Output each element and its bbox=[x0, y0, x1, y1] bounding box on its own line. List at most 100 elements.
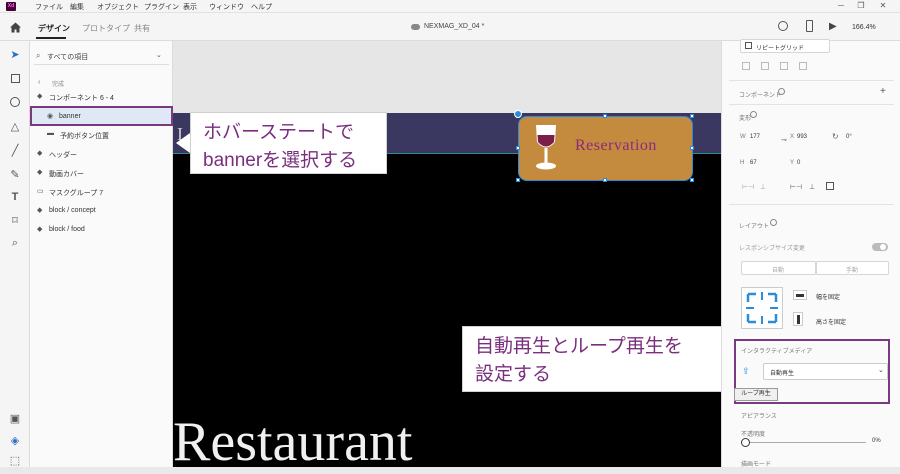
align-icon[interactable] bbox=[780, 62, 788, 70]
back-icon[interactable]: ‹ bbox=[38, 79, 40, 86]
tab-prototype[interactable]: プロトタイプ bbox=[82, 23, 130, 34]
folder-icon: ▬ bbox=[47, 130, 54, 137]
menu-file[interactable]: ファイル bbox=[35, 2, 63, 12]
layer-item[interactable]: ◆ block / food bbox=[30, 221, 173, 239]
selection-handle[interactable] bbox=[603, 114, 607, 118]
search-icon: ⌕ bbox=[36, 51, 41, 60]
selection-handle[interactable] bbox=[516, 178, 520, 182]
toggle-knob bbox=[880, 244, 886, 250]
height-label: H bbox=[740, 160, 745, 166]
layer-item[interactable]: ▬ 予約ボタン位置 bbox=[30, 126, 173, 144]
info-icon[interactable] bbox=[750, 111, 757, 118]
pen-tool-icon[interactable]: ✎ bbox=[7, 166, 23, 182]
menu-help[interactable]: ヘルプ bbox=[251, 2, 272, 12]
y-value[interactable]: 0 bbox=[797, 160, 800, 166]
text-tool-icon[interactable]: T bbox=[7, 189, 23, 205]
hover-state-icon: ◉ bbox=[47, 113, 54, 120]
layer-item[interactable]: ◆ コンポーネント 6 - 4 bbox=[30, 88, 173, 106]
search-scope[interactable]: すべての項目 bbox=[47, 52, 88, 62]
polygon-tool-icon[interactable]: △ bbox=[7, 118, 23, 134]
component-icon: ◆ bbox=[37, 207, 43, 214]
menu-edit[interactable]: 編集 bbox=[70, 2, 84, 12]
close-icon[interactable]: ✕ bbox=[876, 1, 890, 10]
ellipse-tool-icon[interactable] bbox=[7, 94, 23, 110]
component-icon: ◆ bbox=[37, 169, 43, 176]
chevron-down-icon[interactable]: ⌄ bbox=[878, 366, 884, 374]
rectangle-tool-icon[interactable] bbox=[7, 70, 23, 86]
align-icon[interactable] bbox=[742, 62, 750, 70]
autoplay-value: 自動再生 bbox=[770, 371, 795, 377]
autoplay-icon: ⇪ bbox=[742, 366, 750, 376]
layers-icon[interactable]: ◈ bbox=[7, 432, 23, 448]
tab-design[interactable]: デザイン bbox=[38, 23, 70, 34]
assets-icon[interactable]: ▣ bbox=[7, 410, 23, 426]
distribute-icon[interactable]: ⊢⊣ bbox=[790, 183, 802, 191]
layer-item[interactable]: ◆ block / concept bbox=[30, 202, 173, 220]
fix-height-icon[interactable] bbox=[793, 312, 803, 326]
link-icon[interactable]: ⊸ bbox=[781, 136, 787, 144]
mobile-preview-icon[interactable] bbox=[806, 20, 813, 32]
zoom-tool-icon[interactable]: ⌕ bbox=[7, 235, 23, 251]
layer-item[interactable]: ◆ 動画カバー bbox=[30, 164, 173, 182]
layer-item[interactable]: ◆ ヘッダー bbox=[30, 145, 173, 163]
group-icon: ▭ bbox=[37, 188, 44, 195]
chevron-down-icon[interactable]: ⌄ bbox=[156, 51, 162, 59]
rotate-icon[interactable]: ↻ bbox=[832, 132, 839, 141]
zoom-level[interactable]: 166.4% bbox=[852, 24, 876, 31]
align-icon[interactable] bbox=[761, 62, 769, 70]
align-icon[interactable] bbox=[799, 62, 807, 70]
grid-icon[interactable] bbox=[826, 182, 834, 190]
interactive-media-label: インタラクティブメディア bbox=[741, 349, 813, 355]
divider bbox=[729, 80, 894, 81]
callout-interactive-media: 自動再生とループ再生を 設定する bbox=[462, 326, 722, 392]
selection-handle[interactable] bbox=[603, 178, 607, 182]
selection-handle[interactable] bbox=[516, 146, 520, 150]
info-icon[interactable] bbox=[770, 219, 777, 226]
responsive-resize-label: レスポンシブサイズ変更 bbox=[739, 246, 805, 252]
play-icon[interactable]: ▶ bbox=[829, 21, 837, 32]
add-icon[interactable]: + bbox=[880, 86, 886, 97]
rotation-value[interactable]: 0° bbox=[846, 134, 852, 140]
document-title[interactable]: NEXMAG_XD_04 * bbox=[424, 23, 484, 30]
menu-object[interactable]: オブジェクト bbox=[97, 2, 139, 12]
home-icon[interactable] bbox=[9, 21, 22, 34]
selection-handle[interactable] bbox=[690, 178, 694, 182]
flip-horizontal-icon[interactable]: ⊢⊣ bbox=[742, 183, 754, 191]
distribute-icon[interactable]: ⊥ bbox=[809, 183, 815, 191]
opacity-value[interactable]: 0% bbox=[872, 438, 881, 444]
width-value[interactable]: 177 bbox=[750, 134, 760, 140]
artboard-tool-icon[interactable]: ⌑ bbox=[7, 212, 23, 228]
flip-vertical-icon[interactable]: ⊥ bbox=[760, 183, 766, 191]
tab-share[interactable]: 共有 bbox=[134, 23, 150, 34]
divider bbox=[729, 104, 894, 105]
hover-state-badge[interactable] bbox=[514, 110, 522, 118]
constraint-widget[interactable] bbox=[741, 287, 783, 329]
x-value[interactable]: 993 bbox=[797, 134, 807, 140]
selection-handle[interactable] bbox=[690, 146, 694, 150]
fix-width-icon[interactable] bbox=[793, 290, 807, 300]
info-icon[interactable] bbox=[778, 88, 785, 95]
manual-label: 手動 bbox=[846, 268, 859, 274]
component-icon: ◆ bbox=[37, 93, 43, 100]
minimize-icon[interactable]: ─ bbox=[834, 1, 848, 10]
menu-plugin[interactable]: プラグイン bbox=[144, 2, 179, 12]
loop-tooltip: ループ再生 bbox=[734, 388, 778, 401]
opacity-slider-handle[interactable] bbox=[741, 438, 750, 447]
layer-item[interactable]: ▭ マスクグループ 7 bbox=[30, 183, 173, 201]
restore-icon[interactable]: ❐ bbox=[854, 1, 868, 10]
breadcrumb[interactable]: 完成 bbox=[52, 79, 64, 88]
opacity-slider[interactable] bbox=[744, 442, 866, 443]
menu-window[interactable]: ウィンドウ bbox=[209, 2, 244, 12]
selection-handle[interactable] bbox=[690, 114, 694, 118]
plugins-icon[interactable]: ⬚ bbox=[7, 452, 23, 468]
x-label: X bbox=[790, 134, 795, 140]
height-value[interactable]: 67 bbox=[750, 160, 757, 166]
menu-view[interactable]: 表示 bbox=[183, 2, 197, 12]
app-logo: Xd bbox=[6, 2, 16, 11]
layer-item-banner[interactable]: ◉ banner bbox=[30, 106, 173, 126]
callout-hover-state: ホバーステートで bannerを選択する bbox=[190, 112, 387, 174]
line-tool-icon[interactable]: ╱ bbox=[7, 142, 23, 158]
select-tool-icon[interactable]: ➤ bbox=[7, 46, 23, 62]
reservation-label: Reservation bbox=[575, 137, 657, 154]
account-icon[interactable] bbox=[778, 21, 788, 31]
